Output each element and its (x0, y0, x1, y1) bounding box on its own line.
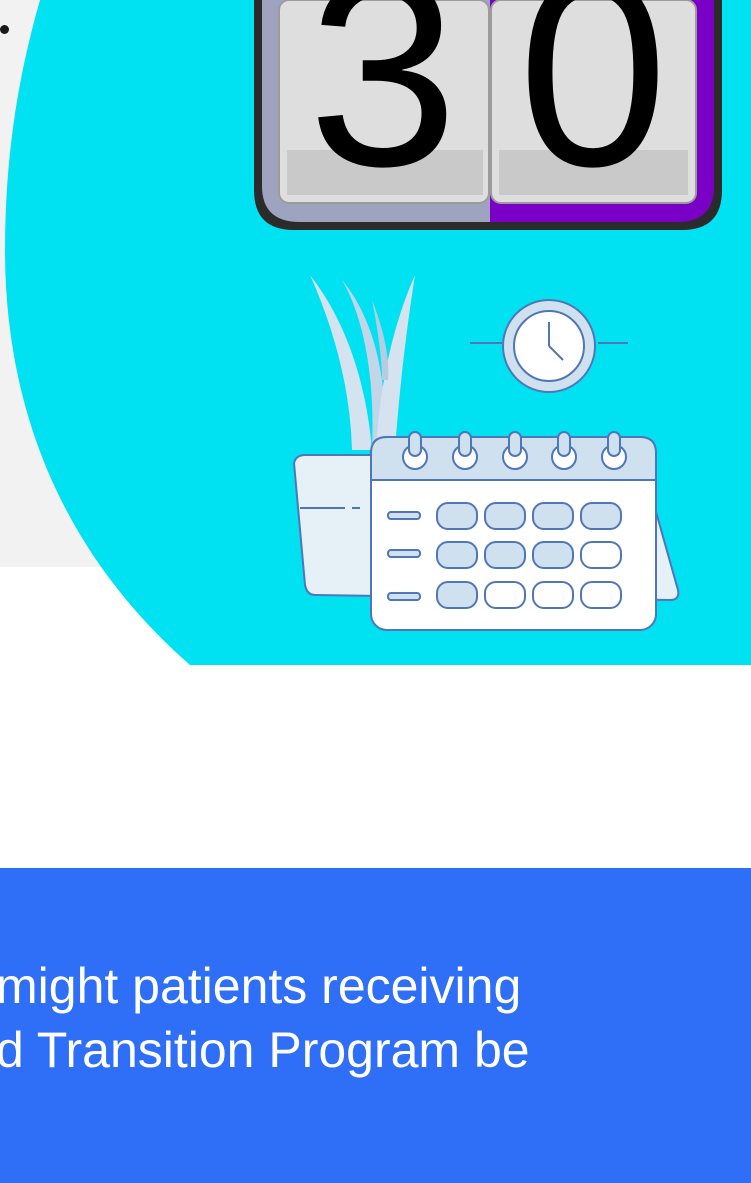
counter-digit-ones: 0 (518, 0, 668, 223)
question-heading: might patients receiving d Transition Pr… (0, 954, 751, 1082)
page: 3 0 might patients receiving d Transitio… (0, 0, 751, 1183)
question-line-2: d Transition Program be (0, 1022, 530, 1078)
question-line-1: might patients receiving (0, 958, 522, 1014)
counter-digit-tens: 3 (308, 0, 458, 223)
calendar-icon (370, 431, 657, 631)
flip-counter-icon: 3 0 (254, 0, 722, 230)
question-banner: might patients receiving d Transition Pr… (0, 868, 751, 1183)
hero-illustration: 3 0 (5, 0, 751, 665)
